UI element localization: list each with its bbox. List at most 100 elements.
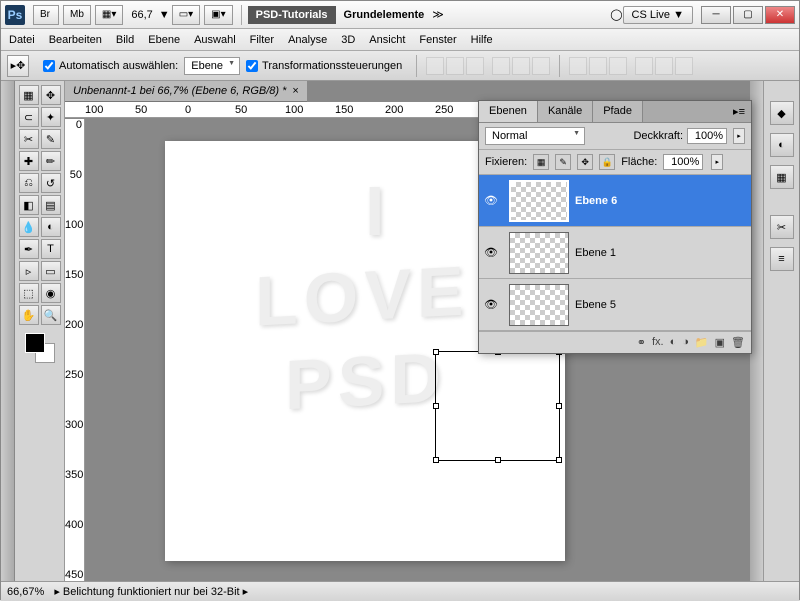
menu-auswahl[interactable]: Auswahl xyxy=(194,34,236,46)
menu-3d[interactable]: 3D xyxy=(341,34,355,46)
history-tool[interactable]: ↺ xyxy=(41,173,61,193)
menu-hilfe[interactable]: Hilfe xyxy=(471,34,493,46)
link-icon[interactable]: ⚭ xyxy=(637,336,646,349)
fx-icon[interactable]: fx. xyxy=(652,336,664,349)
document-tab[interactable]: Unbenannt-1 bei 66,7% (Ebene 6, RGB/8) *… xyxy=(65,81,307,102)
lock-position-icon[interactable]: ✥ xyxy=(577,154,593,170)
layer-name[interactable]: Ebene 6 xyxy=(575,195,617,207)
minibridge-button[interactable]: Mb xyxy=(63,5,91,25)
minimize-button[interactable]: ─ xyxy=(701,6,731,24)
gradient-tool[interactable]: ▤ xyxy=(41,195,61,215)
transform-bounding-box[interactable] xyxy=(435,351,560,461)
tab-ebenen[interactable]: Ebenen xyxy=(479,101,538,122)
type-tool[interactable]: T xyxy=(41,239,61,259)
screenmode-button[interactable]: ▣▾ xyxy=(204,5,232,25)
tools-panel-icon[interactable]: ✂ xyxy=(770,215,794,239)
chevron-icon[interactable]: ≫ xyxy=(432,8,444,21)
hand-tool[interactable]: ✋ xyxy=(19,305,39,325)
path-tool[interactable]: ▹ xyxy=(19,261,39,281)
stamp-tool[interactable]: ⎌ xyxy=(19,173,39,193)
autoselect-dropdown[interactable]: Ebene xyxy=(184,57,240,75)
menu-filter[interactable]: Filter xyxy=(250,34,274,46)
layer-row[interactable]: 👁 Ebene 5 xyxy=(479,279,751,331)
menu-bearbeiten[interactable]: Bearbeiten xyxy=(49,34,102,46)
shape-tool[interactable]: ▭ xyxy=(41,261,61,281)
lock-all-icon[interactable]: 🔒 xyxy=(599,154,615,170)
layer-thumbnail[interactable] xyxy=(509,180,569,222)
eraser-tool[interactable]: ◧ xyxy=(19,195,39,215)
fill-input[interactable]: 100% xyxy=(663,154,703,170)
lasso-tool[interactable]: ⊂ xyxy=(19,107,39,127)
panel-menu-icon[interactable]: ▸≡ xyxy=(727,101,751,122)
3d-tool[interactable]: ⬚ xyxy=(19,283,39,303)
more-panel-icon[interactable]: ≡ xyxy=(770,247,794,271)
crop-tool[interactable]: ✂ xyxy=(19,129,39,149)
new-layer-icon[interactable]: ▣ xyxy=(715,336,725,349)
workspace-sub[interactable]: Grundelemente xyxy=(344,9,425,21)
move-tool[interactable]: ✥ xyxy=(41,85,61,105)
wand-tool[interactable]: ✦ xyxy=(41,107,61,127)
tab-pfade[interactable]: Pfade xyxy=(593,101,643,122)
color-swatch[interactable] xyxy=(25,333,55,363)
visibility-icon[interactable]: 👁 xyxy=(479,194,503,207)
dodge-tool[interactable]: ◐ xyxy=(41,217,61,237)
layer-thumbnail[interactable] xyxy=(509,232,569,274)
opacity-label: Deckkraft: xyxy=(633,130,683,142)
lock-transparency-icon[interactable]: ▦ xyxy=(533,154,549,170)
menu-bild[interactable]: Bild xyxy=(116,34,134,46)
adjustment-icon[interactable]: ◑ xyxy=(682,336,689,349)
status-zoom[interactable]: 66,67% xyxy=(7,586,44,598)
ruler-vertical[interactable]: 050100150200250300350400450 xyxy=(65,119,85,581)
layers-panel-icon[interactable]: ◆ xyxy=(770,101,794,125)
group-icon[interactable]: 📁 xyxy=(695,336,709,349)
adjustments-panel-icon[interactable]: ◐ xyxy=(770,133,794,157)
close-button[interactable]: ✕ xyxy=(765,6,795,24)
zoom-tool[interactable]: 🔍 xyxy=(41,305,61,325)
layer-name[interactable]: Ebene 1 xyxy=(575,247,616,259)
menu-ebene[interactable]: Ebene xyxy=(148,34,180,46)
fill-arrow-icon[interactable]: ▸ xyxy=(711,154,723,170)
layer-thumbnail[interactable] xyxy=(509,284,569,326)
bridge-button[interactable]: Br xyxy=(33,5,59,25)
opacity-arrow-icon[interactable]: ▸ xyxy=(733,128,745,144)
styles-panel-icon[interactable]: ▦ xyxy=(770,165,794,189)
menu-fenster[interactable]: Fenster xyxy=(419,34,456,46)
pen-tool[interactable]: ✒ xyxy=(19,239,39,259)
eyedropper-tool[interactable]: ✎ xyxy=(41,129,61,149)
close-icon[interactable]: × xyxy=(292,85,298,97)
maximize-button[interactable]: ▢ xyxy=(733,6,763,24)
zoom-dropdown-icon[interactable]: ▼ xyxy=(159,9,170,21)
visibility-icon[interactable]: 👁 xyxy=(479,298,503,311)
camera-tool[interactable]: ◉ xyxy=(41,283,61,303)
move-tool-icon[interactable]: ▸✥ xyxy=(7,55,29,77)
layer-row[interactable]: 👁 Ebene 6 xyxy=(479,175,751,227)
viewmode-button[interactable]: ▦▾ xyxy=(95,5,123,25)
menu-ansicht[interactable]: Ansicht xyxy=(369,34,405,46)
brush-tool[interactable]: ✏ xyxy=(41,151,61,171)
lock-pixels-icon[interactable]: ✎ xyxy=(555,154,571,170)
menu-analyse[interactable]: Analyse xyxy=(288,34,327,46)
menu-datei[interactable]: Datei xyxy=(9,34,35,46)
trash-icon[interactable]: 🗑 xyxy=(731,336,745,349)
mask-icon[interactable]: ◐ xyxy=(670,336,677,349)
photoshop-icon[interactable]: Ps xyxy=(5,5,25,25)
blend-mode-dropdown[interactable]: Normal xyxy=(485,127,585,145)
arrange-button[interactable]: ▭▾ xyxy=(172,5,200,25)
transform-checkbox[interactable] xyxy=(246,60,258,72)
zoom-level[interactable]: 66,7 xyxy=(131,9,152,21)
layer-row[interactable]: 👁 Ebene 1 xyxy=(479,227,751,279)
autoselect-checkbox[interactable] xyxy=(43,60,55,72)
align-icon[interactable] xyxy=(426,57,444,75)
blur-tool[interactable]: 💧 xyxy=(19,217,39,237)
workspace-label[interactable]: PSD-Tutorials xyxy=(248,6,336,24)
opacity-input[interactable]: 100% xyxy=(687,128,727,144)
visibility-icon[interactable]: 👁 xyxy=(479,246,503,259)
tab-kanaele[interactable]: Kanäle xyxy=(538,101,593,122)
marquee-tool[interactable]: ▦ xyxy=(19,85,39,105)
heal-tool[interactable]: ✚ xyxy=(19,151,39,171)
fill-label: Fläche: xyxy=(621,156,657,168)
cslive-button[interactable]: CS Live ▼ xyxy=(623,6,693,24)
titlebar: Ps Br Mb ▦▾ 66,7 ▼ ▭▾ ▣▾ PSD-Tutorials G… xyxy=(1,1,799,29)
left-dock-edge[interactable] xyxy=(1,81,15,581)
layer-name[interactable]: Ebene 5 xyxy=(575,299,616,311)
